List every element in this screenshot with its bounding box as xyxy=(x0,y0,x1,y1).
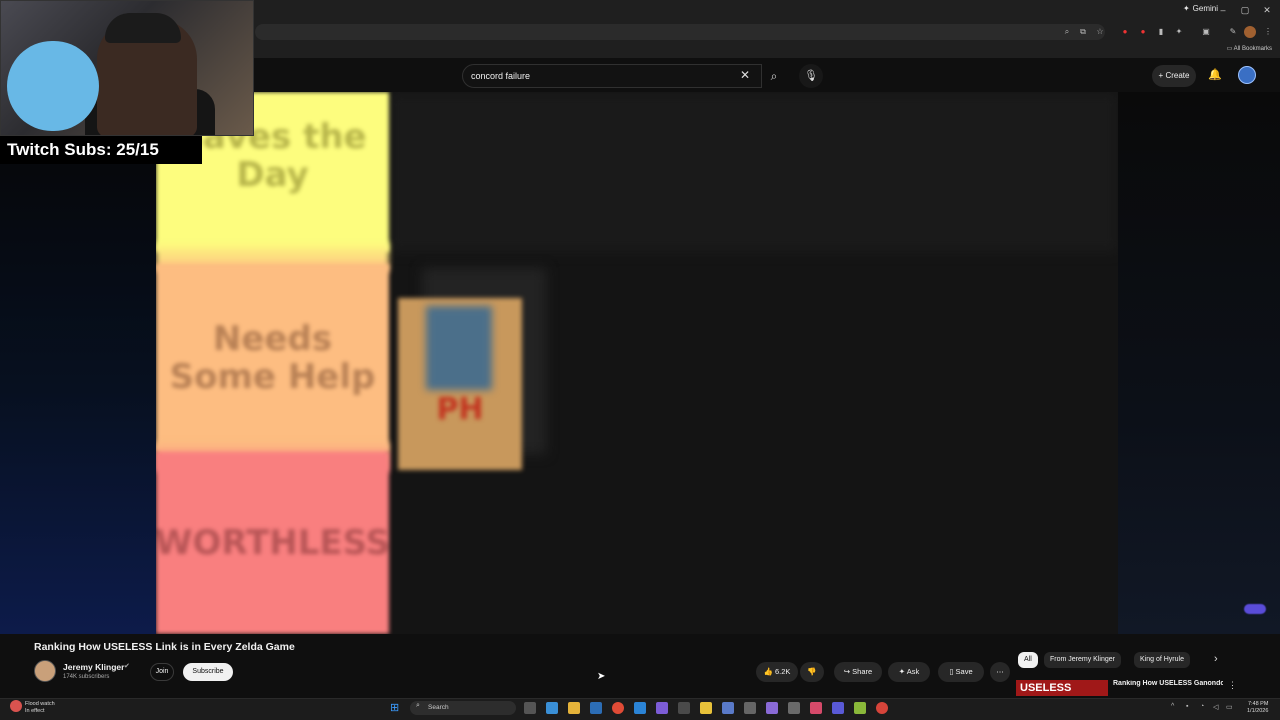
chip-king-of-hyrule[interactable]: King of Hyrule xyxy=(1134,652,1190,668)
app-icon[interactable] xyxy=(700,702,712,714)
video-title: Ranking How USELESS Link is in Every Zel… xyxy=(34,641,295,653)
like-button[interactable]: 👍 6.2K xyxy=(756,662,798,682)
app-icon[interactable] xyxy=(788,702,800,714)
maximize-icon[interactable]: ▢ xyxy=(1234,3,1256,17)
tray-icon[interactable]: ▪ xyxy=(1186,703,1188,710)
close-icon[interactable]: ✕ xyxy=(1256,3,1278,17)
bookmark-star-icon[interactable]: ☆ xyxy=(1094,26,1106,38)
file-explorer-icon[interactable] xyxy=(568,702,580,714)
account-avatar[interactable] xyxy=(1238,66,1256,84)
discord-icon[interactable] xyxy=(656,702,668,714)
chevron-right-icon[interactable]: › xyxy=(1214,653,1218,665)
taskbar-search-box[interactable]: Search xyxy=(410,701,516,715)
profile-avatar[interactable] xyxy=(1244,26,1256,38)
recommendation-thumbnail[interactable]: USELESS xyxy=(1016,680,1108,696)
app-icon[interactable] xyxy=(546,702,558,714)
search-input[interactable]: concord failure xyxy=(462,64,762,88)
zoom-icon[interactable]: ⌕ xyxy=(1061,26,1073,38)
recommendation-menu-icon[interactable]: ⋮ xyxy=(1228,680,1237,691)
dislike-button[interactable]: 👎 xyxy=(800,662,824,682)
verified-icon: ✔ xyxy=(124,663,130,670)
webcam-overlay xyxy=(0,0,254,136)
page-background-right xyxy=(1118,92,1280,634)
clear-search-icon[interactable]: ✕ xyxy=(740,68,750,82)
task-view-icon[interactable] xyxy=(524,702,536,714)
edit-icon[interactable]: ✎ xyxy=(1227,26,1239,38)
wifi-icon[interactable]: ◔ xyxy=(1200,703,1204,710)
save-button[interactable]: ▯ Save xyxy=(938,662,984,682)
search-icon: ⌕ xyxy=(416,702,420,709)
windows-start-icon[interactable]: ⊞ xyxy=(390,702,403,715)
thumbs-down-icon: 👎 xyxy=(807,667,817,676)
join-button[interactable]: Join xyxy=(150,663,174,681)
share-button[interactable]: ↪ Share xyxy=(834,662,882,682)
streamer-beanie xyxy=(105,13,181,43)
share-icon: ↪ xyxy=(843,667,853,676)
browser-menu-icon[interactable]: ⋮ xyxy=(1262,26,1274,38)
channel-avatar[interactable] xyxy=(34,660,56,682)
search-icon[interactable]: ⌕ xyxy=(762,64,786,88)
sparkle-icon: ✦ xyxy=(898,667,907,676)
chrome-icon[interactable] xyxy=(612,702,624,714)
microphone-icon[interactable]: 🎙 xyxy=(799,64,823,88)
more-actions-icon[interactable]: ⋯ xyxy=(990,662,1010,682)
folder-icon: ▭ xyxy=(1226,46,1234,52)
app-icon[interactable] xyxy=(678,702,690,714)
chip-all[interactable]: All xyxy=(1018,652,1038,668)
weather-widget[interactable]: Flood watch In effect xyxy=(25,701,55,715)
extension-icon[interactable]: ▮ xyxy=(1155,26,1167,38)
app-icon[interactable] xyxy=(832,702,844,714)
extensions-puzzle-icon[interactable]: ✦ xyxy=(1173,26,1185,38)
weather-alert-icon[interactable] xyxy=(10,700,22,712)
app-icon[interactable] xyxy=(634,702,646,714)
video-player[interactable]: Saves the Day Needs Some Help WORTHLESS … xyxy=(156,92,1118,634)
plush-toy xyxy=(7,41,99,131)
gemini-icon: ✦ xyxy=(1182,4,1190,13)
app-icon[interactable] xyxy=(810,702,822,714)
game-card-text: PH xyxy=(436,392,484,427)
floating-logo xyxy=(1244,604,1266,614)
mouse-cursor-icon: ➤ xyxy=(597,671,606,682)
app-icon[interactable] xyxy=(744,702,756,714)
minimize-icon[interactable]: – xyxy=(1212,3,1234,17)
extension-icon[interactable]: ● xyxy=(1119,26,1131,38)
app-icon[interactable] xyxy=(590,702,602,714)
tier-row-s-empty xyxy=(389,92,1118,252)
tray-chevron-icon[interactable]: ^ xyxy=(1171,703,1174,710)
create-button[interactable]: + Create xyxy=(1152,65,1196,87)
volume-icon[interactable]: ◁ xyxy=(1213,703,1218,711)
notifications-bell-icon[interactable]: 🔔 xyxy=(1208,68,1222,81)
app-icon[interactable] xyxy=(722,702,734,714)
tier-label-c: WORTHLESS xyxy=(156,452,390,634)
extension-icon[interactable]: ● xyxy=(1137,26,1149,38)
ask-button[interactable]: ✦ Ask xyxy=(888,662,930,682)
address-bar[interactable] xyxy=(255,24,1105,40)
taskbar-clock[interactable]: 7:48 PM 1/1/2026 xyxy=(1247,701,1268,715)
app-icon[interactable] xyxy=(766,702,778,714)
chip-from-channel[interactable]: From Jeremy Klinger xyxy=(1044,652,1121,668)
subscriber-count: 174K subscribers xyxy=(63,674,110,680)
subscribe-button[interactable]: Subscribe xyxy=(183,663,233,681)
tier-label-b: Needs Some Help xyxy=(156,264,389,452)
battery-icon[interactable]: ▭ xyxy=(1226,703,1233,711)
sidebar-icon[interactable]: ▣ xyxy=(1200,26,1212,38)
cast-icon[interactable]: ⧉ xyxy=(1077,26,1089,38)
thumbs-up-icon: 👍 xyxy=(763,667,775,676)
page-background-left xyxy=(0,92,156,634)
game-card-art xyxy=(426,306,492,390)
subs-counter: Twitch Subs: 25/15 xyxy=(7,140,159,159)
app-icon[interactable] xyxy=(876,702,888,714)
app-icon[interactable] xyxy=(854,702,866,714)
channel-name[interactable]: Jeremy Klinger xyxy=(63,662,124,672)
all-bookmarks-link[interactable]: ▭ All Bookmarks xyxy=(1227,45,1272,52)
recommendation-title[interactable]: Ranking How USELESS Ganondorf is in Ever… xyxy=(1113,680,1223,687)
